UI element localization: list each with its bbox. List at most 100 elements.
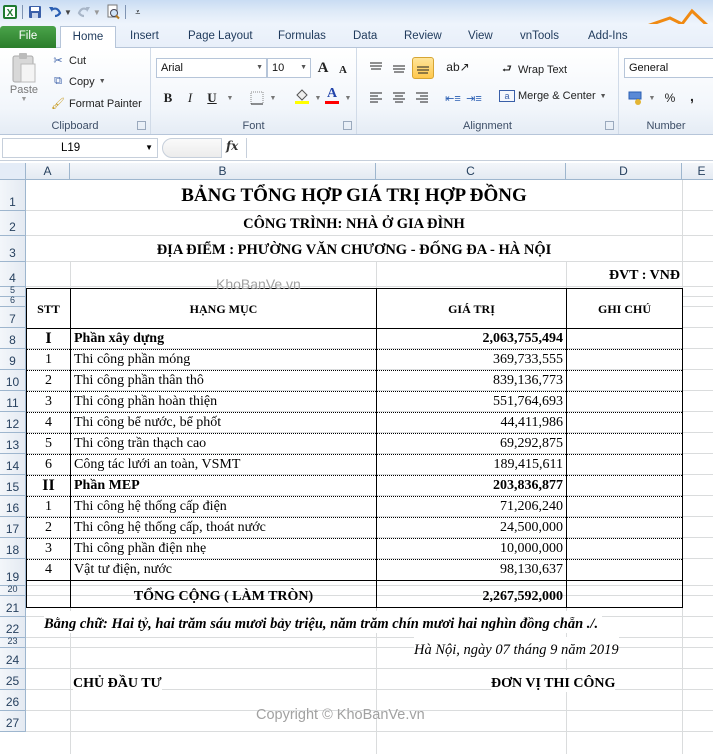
redo-dropdown-icon[interactable]: ▼ bbox=[93, 8, 101, 17]
value-cell[interactable]: 369,733,555 bbox=[376, 349, 567, 371]
tab-vntools[interactable]: vnTools bbox=[512, 26, 567, 48]
merge-dropdown-icon[interactable]: ▼ bbox=[600, 93, 607, 100]
item-cell[interactable]: Thi công phần điện nhẹ bbox=[70, 538, 377, 560]
row-header[interactable]: 17 bbox=[0, 517, 26, 538]
column-header-a[interactable]: A bbox=[26, 163, 70, 180]
row-header[interactable]: 21 bbox=[0, 596, 26, 617]
column-header-c[interactable]: C bbox=[376, 163, 566, 180]
font-size-select[interactable]: 10 ▼ bbox=[267, 58, 311, 78]
print-preview-icon[interactable] bbox=[105, 4, 121, 20]
value-cell[interactable]: 44,411,986 bbox=[376, 412, 567, 434]
project-name[interactable]: CÔNG TRÌNH: NHÀ Ở GIA ĐÌNH bbox=[26, 211, 682, 235]
formula-expand-handle[interactable] bbox=[162, 138, 222, 158]
tab-page-layout[interactable]: Page Layout bbox=[180, 26, 261, 48]
alignment-launcher-icon[interactable] bbox=[605, 121, 614, 130]
row-header[interactable]: 4 bbox=[0, 262, 26, 287]
stt-cell[interactable]: 2 bbox=[26, 370, 71, 392]
sheet-title[interactable]: BẢNG TỔNG HỢP GIÁ TRỊ HỢP ĐỒNG bbox=[26, 180, 682, 210]
paste-dropdown-icon[interactable]: ▼ bbox=[21, 96, 28, 103]
header-item[interactable]: HẠNG MỤC bbox=[70, 288, 377, 329]
item-cell[interactable]: Thi công phần thân thô bbox=[70, 370, 377, 392]
note-cell[interactable] bbox=[566, 412, 683, 434]
clipboard-launcher-icon[interactable] bbox=[137, 121, 146, 130]
row-header[interactable]: 27 bbox=[0, 711, 26, 732]
value-cell[interactable]: 24,500,000 bbox=[376, 517, 567, 539]
note-cell[interactable] bbox=[566, 349, 683, 371]
row-header[interactable]: 3 bbox=[0, 236, 26, 262]
row-header[interactable]: 22 bbox=[0, 617, 26, 638]
row-header[interactable]: 11 bbox=[0, 391, 26, 412]
orientation-icon[interactable]: ab↗ bbox=[446, 58, 469, 76]
stt-cell[interactable]: II bbox=[26, 475, 71, 497]
italic-button[interactable]: I bbox=[181, 89, 199, 107]
font-launcher-icon[interactable] bbox=[343, 121, 352, 130]
tab-data[interactable]: Data bbox=[345, 26, 385, 48]
item-cell[interactable]: Thi công phần móng bbox=[70, 349, 377, 371]
row-header[interactable]: 18 bbox=[0, 538, 26, 559]
value-cell[interactable]: 69,292,875 bbox=[376, 433, 567, 455]
row-header[interactable]: 2 bbox=[0, 211, 26, 236]
font-color-dropdown-icon[interactable]: ▼ bbox=[339, 89, 357, 107]
excel-icon[interactable]: X bbox=[2, 4, 18, 20]
row-header[interactable]: 25 bbox=[0, 669, 26, 690]
item-cell[interactable]: Vật tư điện, nước bbox=[70, 559, 377, 581]
note-cell[interactable] bbox=[566, 454, 683, 476]
paste-button[interactable]: Paste ▼ bbox=[6, 52, 42, 103]
value-cell[interactable]: 71,206,240 bbox=[376, 496, 567, 518]
value-cell[interactable]: 189,415,611 bbox=[376, 454, 567, 476]
number-format-select[interactable]: General bbox=[624, 58, 713, 78]
value-cell[interactable]: 203,836,877 bbox=[376, 475, 567, 497]
signer-contractor[interactable]: ĐƠN VỊ THI CÔNG bbox=[491, 670, 616, 692]
tab-add-ins[interactable]: Add-Ins bbox=[580, 26, 636, 48]
project-location[interactable]: ĐỊA ĐIỂM : PHƯỜNG VĂN CHƯƠNG - ĐỐNG ĐA -… bbox=[26, 236, 682, 261]
stt-cell[interactable]: 3 bbox=[26, 538, 71, 560]
borders-dropdown-icon[interactable]: ▼ bbox=[264, 89, 282, 107]
bold-button[interactable]: B bbox=[159, 89, 177, 107]
undo-dropdown-icon[interactable]: ▼ bbox=[64, 8, 72, 17]
item-cell[interactable]: Thi công hệ thống cấp, thoát nước bbox=[70, 517, 377, 539]
decrease-indent-icon[interactable]: ⇤≡ bbox=[444, 89, 462, 107]
currency-dropdown-icon[interactable]: ▼ bbox=[643, 89, 661, 107]
signer-owner[interactable]: CHỦ ĐẦU TƯ bbox=[73, 670, 162, 692]
insert-function-icon[interactable]: fx bbox=[226, 139, 238, 153]
item-cell[interactable]: Thi công phần hoàn thiện bbox=[70, 391, 377, 413]
row-header[interactable]: 23 bbox=[0, 637, 26, 648]
save-icon[interactable] bbox=[27, 4, 43, 20]
name-box-dropdown-icon[interactable]: ▼ bbox=[145, 139, 153, 157]
stt-cell[interactable]: 2 bbox=[26, 517, 71, 539]
total-value[interactable]: 2,267,592,000 bbox=[376, 580, 567, 608]
value-cell[interactable]: 551,764,693 bbox=[376, 391, 567, 413]
note-cell[interactable] bbox=[566, 496, 683, 518]
stt-cell[interactable]: 5 bbox=[26, 433, 71, 455]
tab-review[interactable]: Review bbox=[396, 26, 450, 48]
note-cell[interactable] bbox=[566, 475, 683, 497]
currency-unit[interactable]: ĐVT : VNĐ bbox=[566, 262, 680, 286]
column-header-b[interactable]: B bbox=[70, 163, 376, 180]
stt-cell[interactable]: 4 bbox=[26, 412, 71, 434]
column-header-e[interactable]: E bbox=[682, 163, 713, 180]
column-header-d[interactable]: D bbox=[566, 163, 682, 180]
tab-view[interactable]: View bbox=[460, 26, 501, 48]
note-cell[interactable] bbox=[566, 538, 683, 560]
shrink-font-icon[interactable]: A bbox=[334, 61, 352, 79]
row-header[interactable]: 15 bbox=[0, 475, 26, 496]
item-cell[interactable]: Phần xây dựng bbox=[70, 328, 377, 350]
customize-qat-icon[interactable]: ⩡ bbox=[130, 4, 146, 20]
header-stt[interactable]: STT bbox=[26, 288, 71, 329]
row-header[interactable]: 20 bbox=[0, 585, 26, 596]
comma-button[interactable]: , bbox=[683, 87, 701, 105]
note-cell[interactable] bbox=[566, 328, 683, 350]
tab-insert[interactable]: Insert bbox=[122, 26, 167, 48]
date-line[interactable]: Hà Nội, ngày 07 tháng 9 năm 2019 bbox=[414, 637, 619, 659]
row-header[interactable]: 14 bbox=[0, 454, 26, 475]
copy-dropdown-icon[interactable]: ▼ bbox=[99, 78, 106, 85]
value-cell[interactable]: 98,130,637 bbox=[376, 559, 567, 581]
item-cell[interactable]: Phần MEP bbox=[70, 475, 377, 497]
row-header[interactable]: 26 bbox=[0, 690, 26, 711]
stt-cell[interactable]: 6 bbox=[26, 454, 71, 476]
row-header[interactable]: 6 bbox=[0, 296, 26, 307]
row-header[interactable]: 9 bbox=[0, 349, 26, 370]
row-header[interactable]: 24 bbox=[0, 648, 26, 669]
header-value[interactable]: GIÁ TRỊ bbox=[376, 288, 567, 329]
tab-formulas[interactable]: Formulas bbox=[270, 26, 334, 48]
